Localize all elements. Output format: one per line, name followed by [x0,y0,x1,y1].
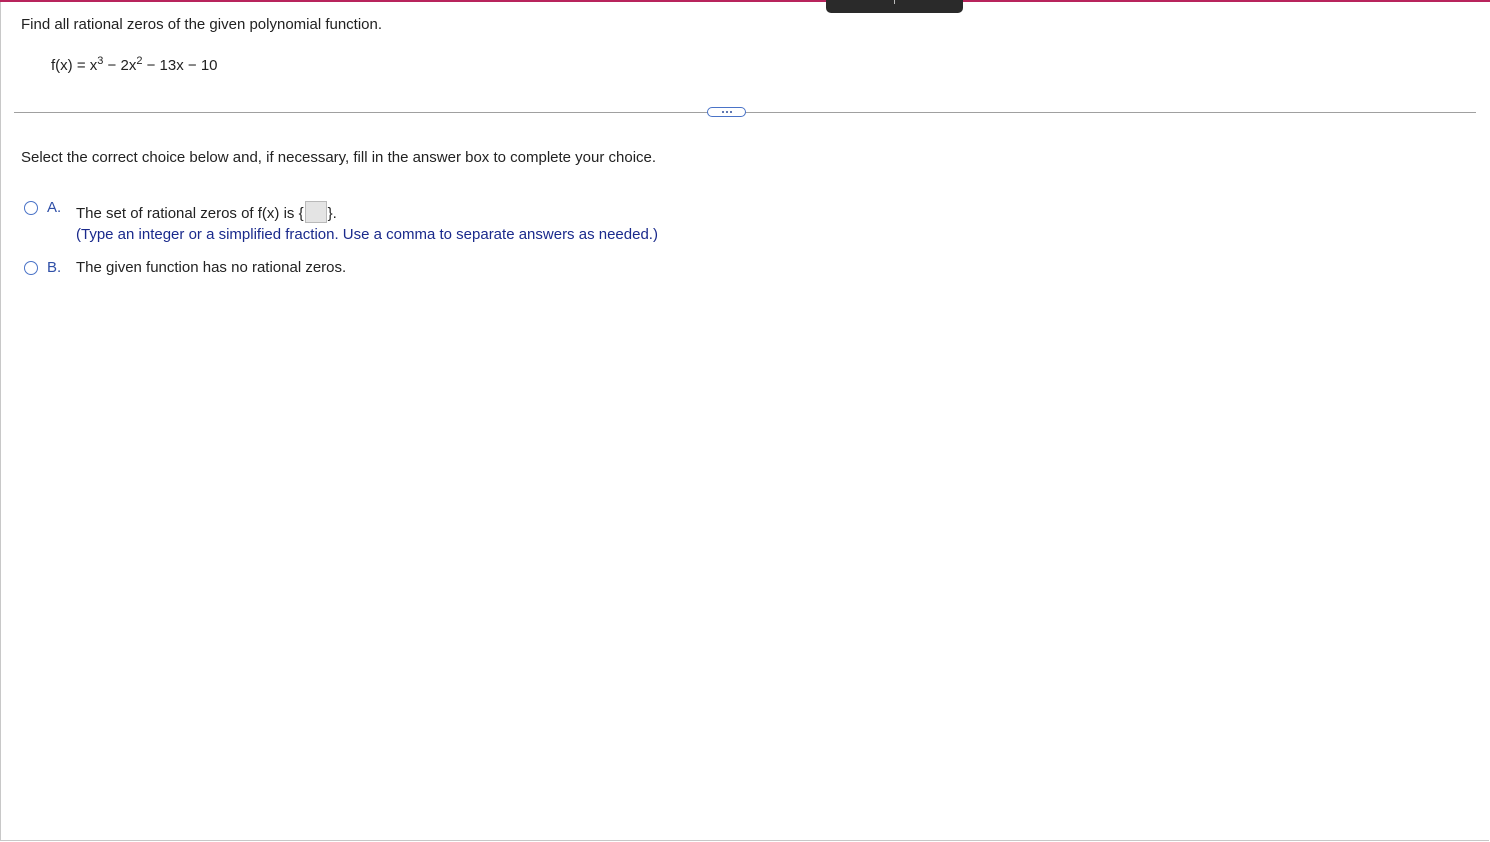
choice-b[interactable]: B. The given function has no rational ze… [21,259,421,279]
choice-a[interactable]: A. The set of rational zeros of f(x) is … [21,199,781,247]
more-horizontal-icon[interactable] [707,107,746,117]
dot [725,111,728,113]
choice-a-hint: (Type an integer or a simplified fractio… [76,226,658,243]
question-prompt: Find all rational zeros of the given pol… [21,16,383,33]
function-expression: f(x) = x3 − 2x2 − 13x − 10 [51,55,218,76]
brace-open: { [298,204,304,222]
radio-choice-a[interactable] [24,201,38,215]
choice-a-text-after: . [332,204,337,222]
toolbar-tick [894,0,895,4]
content-frame [0,0,1489,841]
function-mid: − 2x [103,57,137,74]
choice-a-text-before: The set of rational zeros of f(x) is [76,204,299,222]
exponent-2: 2 [136,55,143,67]
choice-b-letter: B. [47,259,62,276]
function-rest: − 13x − 10 [142,57,218,74]
dot [721,111,724,113]
choice-b-text: The given function has no rational zeros… [76,259,347,276]
dot [729,111,732,113]
instruction-text: Select the correct choice below and, if … [21,149,657,166]
exponent-3: 3 [97,55,104,67]
top-toolbar-tab[interactable] [826,0,963,13]
function-lhs: f(x) = x [51,57,98,74]
radio-choice-b[interactable] [24,261,38,275]
top-accent-bar [0,0,1490,2]
answer-box[interactable] [304,201,327,223]
choice-a-letter: A. [47,199,62,216]
choice-a-text: The set of rational zeros of f(x) is {}. [76,201,337,225]
